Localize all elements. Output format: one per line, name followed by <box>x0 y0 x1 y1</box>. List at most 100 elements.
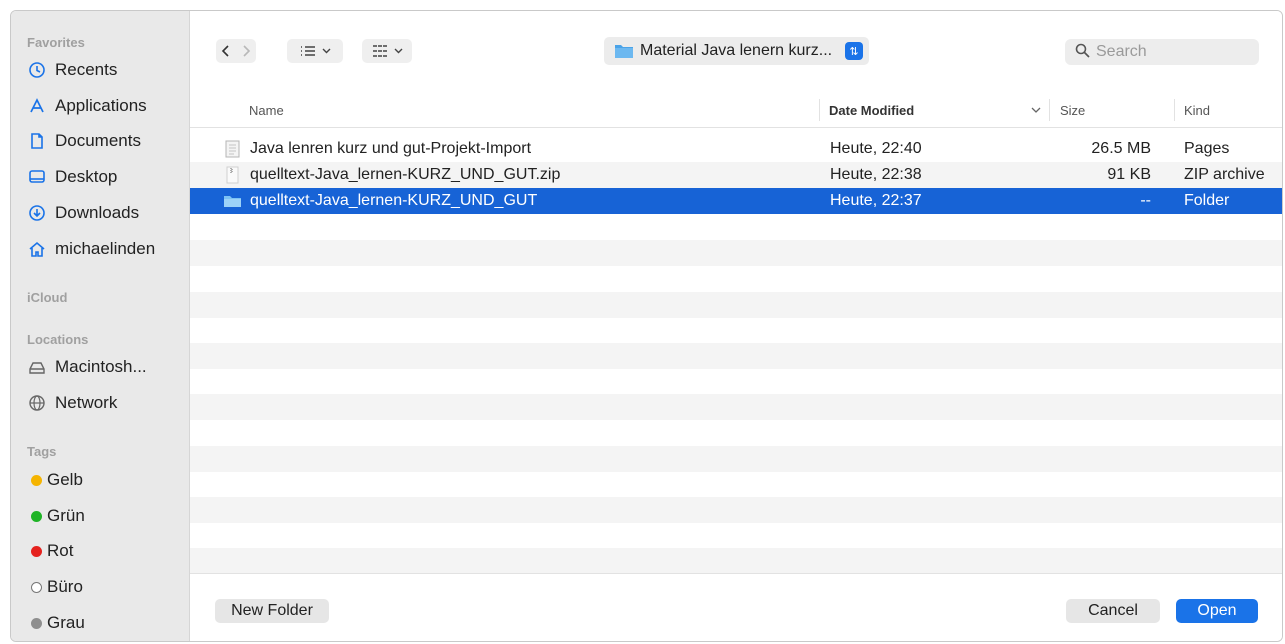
empty-row <box>190 292 1282 318</box>
column-header-size[interactable]: Size <box>1060 103 1085 118</box>
back-button[interactable] <box>216 39 236 63</box>
disk-icon <box>27 357 47 377</box>
search-placeholder: Search <box>1096 43 1147 60</box>
globe-icon <box>27 393 47 413</box>
pages-document-icon <box>225 140 240 158</box>
new-folder-button[interactable]: New Folder <box>215 599 329 623</box>
sidebar-item-label: Grün <box>47 506 85 525</box>
icloud-heading: iCloud <box>27 290 68 305</box>
zip-file-icon <box>226 166 239 184</box>
forward-button[interactable] <box>236 39 256 63</box>
location-popup[interactable]: Material Java lenern kurz... ⇅ <box>604 37 869 65</box>
sidebar-item-home[interactable]: michaelinden <box>27 236 182 262</box>
chevron-right-icon <box>243 45 251 57</box>
tag-dot-icon <box>31 617 42 629</box>
empty-row <box>190 548 1282 574</box>
sort-chevron-down-icon <box>1031 107 1041 113</box>
column-header-date[interactable]: Date Modified <box>829 103 914 118</box>
sidebar-item-network[interactable]: Network <box>27 390 182 416</box>
sidebar-item-label: Network <box>55 393 118 412</box>
file-list: Java lenren kurz und gut-Projekt-Import … <box>190 128 1282 574</box>
search-field[interactable]: Search <box>1065 39 1259 65</box>
tag-dot-icon <box>31 474 42 486</box>
open-button[interactable]: Open <box>1176 599 1258 623</box>
file-kind: Folder <box>1184 192 1230 209</box>
sidebar-item-label: Desktop <box>55 167 118 186</box>
sidebar-item-label: michaelinden <box>55 239 156 258</box>
favorites-heading: Favorites <box>27 35 85 50</box>
toolbar: Material Java lenern kurz... ⇅ Search <box>190 11 1282 93</box>
sidebar-item-label: Applications <box>55 96 147 115</box>
sidebar-item-downloads[interactable]: Downloads <box>27 200 182 226</box>
tag-dot-icon <box>31 545 42 557</box>
location-popup-label: Material Java lenern kurz... <box>640 42 833 59</box>
sidebar-item-tag-rot[interactable]: Rot <box>27 538 182 564</box>
chevron-down-icon <box>394 48 402 54</box>
sidebar-item-label: Büro <box>47 577 83 596</box>
sidebar-item-macintosh[interactable]: Macintosh... <box>27 354 182 380</box>
tag-dot-icon <box>31 510 42 522</box>
applications-icon <box>27 96 47 116</box>
clock-icon <box>27 60 47 80</box>
sidebar-item-recents[interactable]: Recents <box>27 57 182 83</box>
column-header-name[interactable]: Name <box>249 103 284 118</box>
sidebar-item-label: Gelb <box>47 470 83 489</box>
folder-icon <box>224 196 241 207</box>
sidebar-item-label: Documents <box>55 131 141 150</box>
search-icon <box>1075 43 1090 62</box>
file-size: -- <box>1140 192 1151 209</box>
empty-row <box>190 343 1282 369</box>
sidebar-item-label: Grau <box>47 613 85 632</box>
file-name: quelltext-Java_lernen-KURZ_UND_GUT <box>250 192 538 209</box>
cancel-button[interactable]: Cancel <box>1066 599 1160 623</box>
file-date: Heute, 22:40 <box>830 140 922 157</box>
list-view-button[interactable] <box>287 39 343 63</box>
empty-row <box>190 240 1282 266</box>
sidebar-item-applications[interactable]: Applications <box>27 93 182 119</box>
updown-icon: ⇅ <box>845 42 863 60</box>
sidebar: Favorites Recents Applications Documents… <box>11 11 190 641</box>
empty-row <box>190 446 1282 472</box>
sidebar-item-label: Recents <box>55 60 118 79</box>
sidebar-item-tag-gruen[interactable]: Grün <box>27 503 182 529</box>
document-icon <box>27 131 47 151</box>
download-icon <box>27 203 47 223</box>
column-header-kind[interactable]: Kind <box>1184 103 1210 118</box>
sidebar-item-label: Macintosh... <box>55 357 147 376</box>
list-icon <box>300 46 315 56</box>
tag-dot-icon <box>31 581 42 593</box>
column-divider <box>819 99 820 121</box>
tags-heading: Tags <box>27 444 57 459</box>
file-kind: ZIP archive <box>1184 166 1265 183</box>
sidebar-item-tag-buero[interactable]: Büro <box>27 574 182 600</box>
empty-row <box>190 497 1282 523</box>
column-divider <box>1049 99 1050 121</box>
sidebar-item-tag-gelb[interactable]: Gelb <box>27 467 182 493</box>
file-row-selected[interactable]: quelltext-Java_lernen-KURZ_UND_GUT Heute… <box>190 188 1282 214</box>
file-row[interactable]: quelltext-Java_lernen-KURZ_UND_GUT.zip H… <box>190 162 1282 188</box>
column-divider <box>1174 99 1175 121</box>
file-date: Heute, 22:38 <box>830 166 922 183</box>
sidebar-item-documents[interactable]: Documents <box>27 128 182 154</box>
column-header-row: Name Date Modified Size Kind <box>190 93 1282 128</box>
file-kind: Pages <box>1184 140 1230 157</box>
sidebar-item-desktop[interactable]: Desktop <box>27 164 182 190</box>
open-dialog: Favorites Recents Applications Documents… <box>10 10 1283 642</box>
group-by-button[interactable] <box>362 39 412 63</box>
chevron-down-icon <box>322 48 330 54</box>
empty-row <box>190 394 1282 420</box>
file-size: 91 KB <box>1107 166 1151 183</box>
sidebar-item-tag-grau[interactable]: Grau <box>27 610 182 636</box>
locations-heading: Locations <box>27 332 89 347</box>
file-size: 26.5 MB <box>1091 140 1151 157</box>
grid-icon <box>372 45 387 57</box>
file-row[interactable]: Java lenren kurz und gut-Projekt-Import … <box>190 136 1282 162</box>
home-icon <box>27 239 47 259</box>
chevron-left-icon <box>221 45 229 57</box>
file-name: quelltext-Java_lernen-KURZ_UND_GUT.zip <box>250 166 561 183</box>
folder-icon <box>615 45 633 58</box>
file-name: Java lenren kurz und gut-Projekt-Import <box>250 140 532 157</box>
sidebar-item-label: Rot <box>47 541 74 560</box>
file-date: Heute, 22:37 <box>830 192 922 209</box>
navigation-buttons <box>216 39 256 63</box>
